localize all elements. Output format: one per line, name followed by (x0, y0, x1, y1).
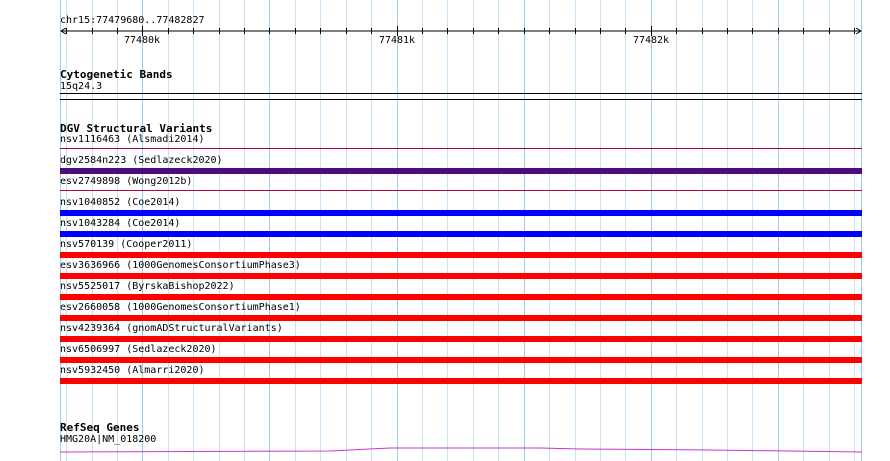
dgv-feature-bar[interactable] (60, 315, 862, 321)
dgv-feature-bar[interactable] (60, 336, 862, 342)
dgv-feature-bar[interactable] (60, 357, 862, 363)
ruler-tick-label: 77481k (378, 35, 416, 46)
cytoband-bottom-border (60, 99, 862, 100)
dgv-feature-label[interactable]: nsv1116463 (Alsmadi2014) (60, 134, 205, 146)
gene-intron-line (60, 447, 862, 453)
dgv-feature-label[interactable]: esv2749898 (Wong2012b) (60, 176, 192, 188)
dgv-feature-bar[interactable] (60, 168, 862, 174)
dgv-feature-bar[interactable] (60, 294, 862, 300)
dgv-feature-label[interactable]: nsv6506997 (Sedlazeck2020) (60, 344, 217, 356)
ruler-tick-label: 77482k (632, 35, 670, 46)
dgv-feature-bar[interactable] (60, 252, 862, 258)
cytoband-label: 15q24.3 (60, 81, 103, 92)
dgv-feature-bar[interactable] (60, 210, 862, 216)
dgv-feature-label[interactable]: nsv1043284 (Coe2014) (60, 218, 180, 230)
dgv-feature-label[interactable]: nsv1040852 (Coe2014) (60, 197, 180, 209)
refseq-gene-model[interactable] (60, 442, 862, 456)
dgv-feature-label[interactable]: nsv4239364 (gnomADStructuralVariants) (60, 323, 283, 335)
dgv-feature-bar[interactable] (60, 190, 862, 191)
dgv-feature-bar[interactable] (60, 148, 862, 149)
dgv-feature-bar[interactable] (60, 273, 862, 279)
dgv-feature-label[interactable]: esv3636966 (1000GenomesConsortiumPhase3) (60, 260, 301, 272)
dgv-feature-label[interactable]: nsv5932450 (Almarri2020) (60, 365, 205, 377)
dgv-feature-label[interactable]: nsv5525017 (ByrskaBishop2022) (60, 281, 235, 293)
refseq-track-title: RefSeq Genes (60, 421, 140, 434)
dgv-feature-label[interactable]: dgv2584n223 (Sedlazeck2020) (60, 155, 223, 167)
cytoband-track-title: Cytogenetic Bands (60, 68, 173, 81)
dgv-feature-label[interactable]: nsv570139 (Cooper2011) (60, 239, 192, 251)
cytoband-top-border (60, 93, 862, 94)
ruler-tick-label: 77480k (123, 35, 161, 46)
dgv-feature-label[interactable]: esv2660058 (1000GenomesConsortiumPhase1) (60, 302, 301, 314)
dgv-feature-bar[interactable] (60, 231, 862, 237)
dgv-feature-bar[interactable] (60, 378, 862, 384)
